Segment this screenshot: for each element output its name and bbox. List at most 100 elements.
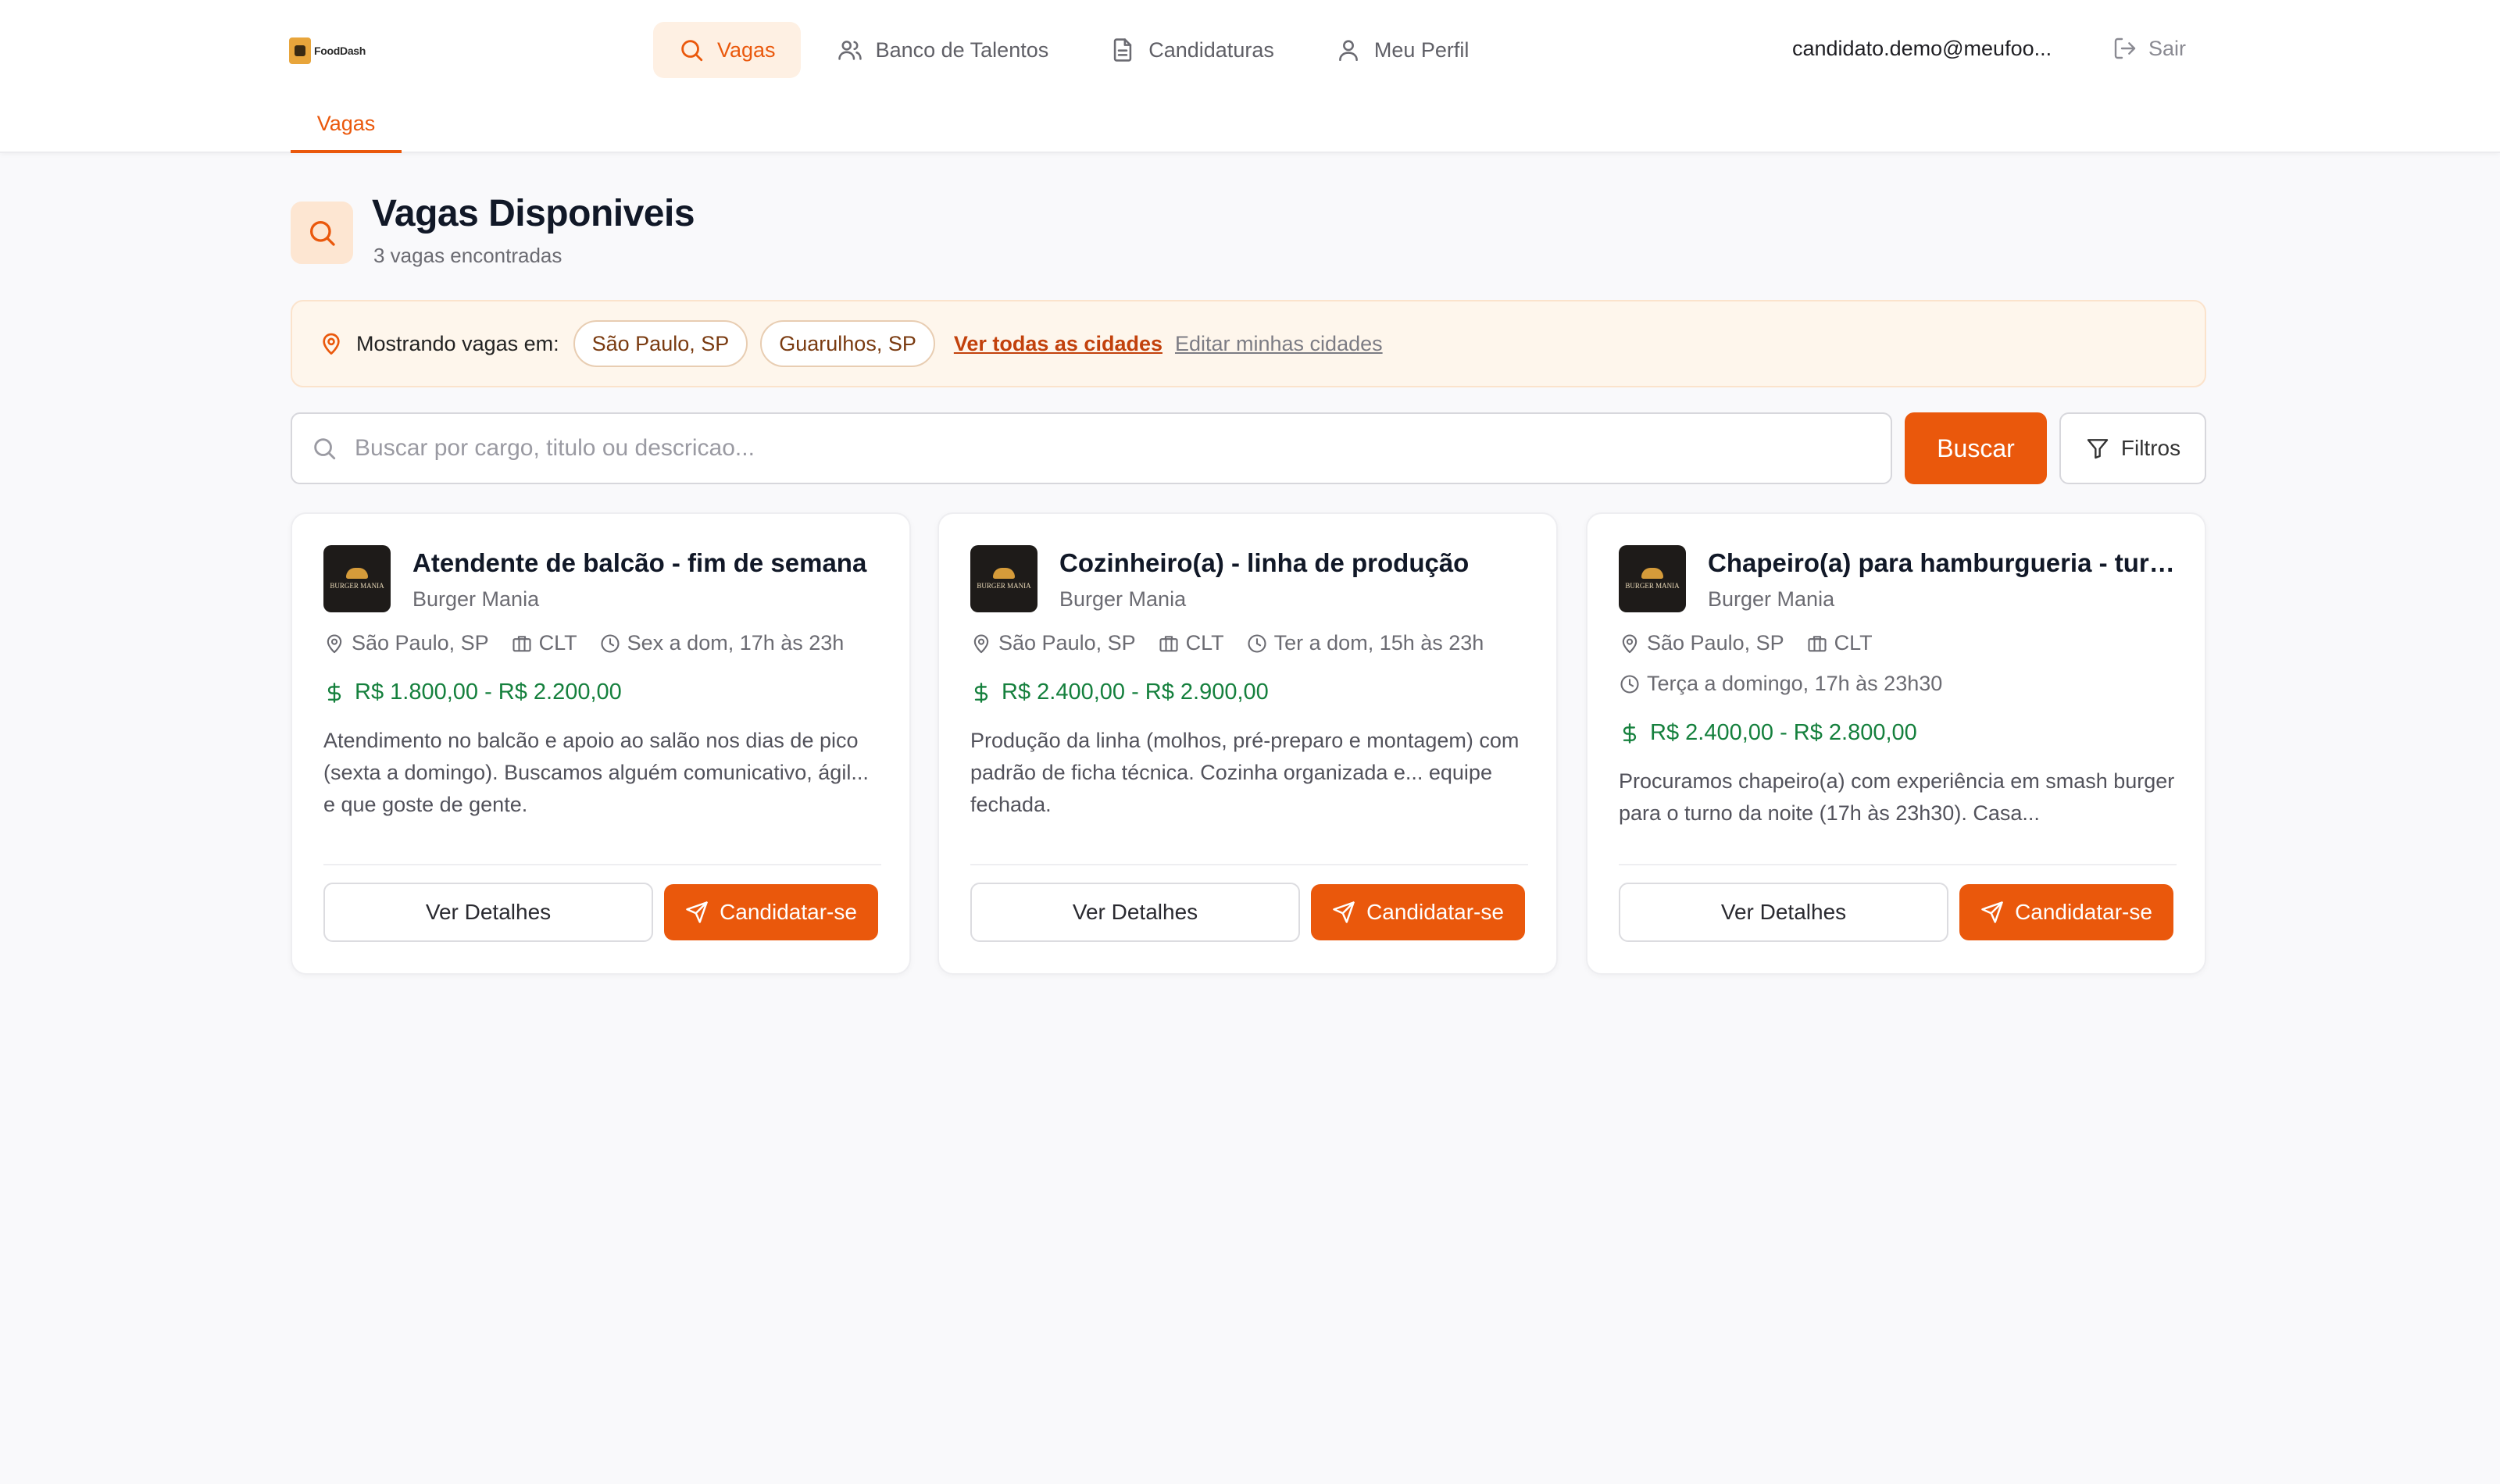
apply-button[interactable]: Candidatar-se — [1959, 884, 2173, 940]
apply-button[interactable]: Candidatar-se — [1311, 884, 1525, 940]
city-chip-guarulhos[interactable]: Guarulhos, SP — [760, 320, 935, 367]
company-logo-text: BURGER MANIA — [1625, 582, 1680, 590]
search-icon — [311, 435, 355, 462]
job-title[interactable]: Atendente de balcão - fim de semana — [412, 548, 889, 578]
clock-icon — [599, 633, 621, 655]
nav-item-label: Candidaturas — [1148, 37, 1274, 62]
logout-label: Sair — [2148, 36, 2187, 60]
logout-icon — [2112, 36, 2138, 61]
job-contract: CLT — [1158, 631, 1224, 655]
job-location: São Paulo, SP — [1619, 631, 1784, 655]
job-contract: CLT — [511, 631, 577, 655]
job-schedule-text: Terça a domingo, 17h às 23h30 — [1647, 672, 1943, 695]
send-icon — [1980, 901, 2004, 924]
map-pin-icon — [319, 331, 344, 356]
company-logo: BURGER MANIA — [970, 545, 1038, 612]
job-title[interactable]: Cozinheiro(a) - linha de produção — [1059, 548, 1536, 578]
filter-icon — [2085, 436, 2110, 461]
send-icon — [1332, 901, 1355, 924]
send-icon — [685, 901, 709, 924]
apply-button[interactable]: Candidatar-se — [664, 884, 878, 940]
view-details-button[interactable]: Ver Detalhes — [1619, 883, 1948, 942]
company-logo: BURGER MANIA — [323, 545, 391, 612]
edit-cities-link[interactable]: Editar minhas cidades — [1175, 332, 1383, 356]
user-icon — [1335, 37, 1362, 63]
job-schedule: Sex a dom, 17h às 23h — [599, 631, 845, 655]
job-description: Atendimento no balcão e apoio ao salão n… — [323, 729, 869, 816]
clock-icon — [1246, 633, 1268, 655]
view-details-button[interactable]: Ver Detalhes — [323, 883, 653, 942]
document-icon — [1109, 37, 1136, 63]
filters-label: Filtros — [2120, 436, 2181, 460]
card-divider — [970, 864, 1528, 865]
job-description: Procuramos chapeiro(a) com experiência e… — [1619, 769, 2175, 825]
job-location-text: São Paulo, SP — [998, 631, 1136, 655]
nav-item-label: Banco de Talentos — [875, 37, 1049, 62]
dollar-icon — [970, 682, 992, 704]
job-contract-text: CLT — [1185, 631, 1224, 655]
search-input[interactable] — [355, 417, 1891, 480]
job-meta: São Paulo, SP CLT — [1619, 631, 1895, 655]
nav-item-label: Meu Perfil — [1373, 37, 1470, 62]
job-meta-schedule: Terça a domingo, 17h às 23h30 — [1619, 672, 1964, 696]
map-pin-icon — [970, 633, 992, 655]
job-company: Burger Mania — [1708, 587, 1835, 611]
job-meta: São Paulo, SP CLT Ter a dom, 15h às 23h — [970, 631, 1505, 655]
card-divider — [323, 864, 881, 865]
company-logo-text: BURGER MANIA — [330, 582, 384, 590]
page-title: Vagas Disponiveis — [372, 193, 695, 234]
search-button[interactable]: Buscar — [1905, 412, 2047, 484]
apply-label: Candidatar-se — [1366, 900, 1504, 924]
city-chip-sao-paulo[interactable]: São Paulo, SP — [573, 320, 748, 367]
nav-item-candidaturas[interactable]: Candidaturas — [1084, 22, 1299, 78]
job-contract: CLT — [1806, 631, 1873, 655]
map-pin-icon — [323, 633, 345, 655]
search-field — [291, 412, 1892, 484]
page-search-icon — [291, 202, 353, 264]
job-salary: R$ 2.400,00 - R$ 2.900,00 — [970, 680, 1269, 705]
user-email: candidato.demo@meufoo... — [1792, 37, 2052, 60]
burger-icon — [346, 568, 368, 579]
top-navigation-bar: FoodDash Vagas Banco de Talentos Candida… — [0, 0, 2500, 153]
card-divider — [1619, 864, 2177, 865]
briefcase-icon — [1158, 633, 1180, 655]
dollar-icon — [1619, 722, 1641, 744]
logout-button[interactable]: Sair — [2112, 33, 2186, 64]
search-icon — [678, 37, 705, 63]
users-icon — [837, 37, 863, 63]
job-location-text: São Paulo, SP — [352, 631, 489, 655]
job-salary-text: R$ 1.800,00 - R$ 2.200,00 — [355, 680, 622, 705]
job-company: Burger Mania — [1059, 587, 1187, 611]
nav-item-vagas[interactable]: Vagas — [653, 22, 801, 78]
job-meta: São Paulo, SP CLT Sex a dom, 17h às 23h — [323, 631, 866, 655]
apply-label: Candidatar-se — [2015, 900, 2152, 924]
tab-vagas[interactable]: Vagas — [291, 97, 402, 153]
burger-icon — [1641, 568, 1663, 579]
main-nav: Vagas Banco de Talentos Candidaturas Meu… — [653, 22, 1494, 78]
results-count: 3 vagas encontradas — [373, 244, 562, 267]
app-logo[interactable]: FoodDash — [289, 37, 366, 64]
clock-icon — [1619, 673, 1641, 695]
job-salary-text: R$ 2.400,00 - R$ 2.800,00 — [1650, 720, 1917, 745]
job-salary: R$ 2.400,00 - R$ 2.800,00 — [1619, 720, 1917, 746]
city-filter-label: Mostrando vagas em: — [356, 331, 559, 355]
job-contract-text: CLT — [538, 631, 577, 655]
job-company: Burger Mania — [412, 587, 540, 611]
map-pin-icon — [1619, 633, 1641, 655]
dollar-icon — [323, 682, 345, 704]
nav-item-meu-perfil[interactable]: Meu Perfil — [1310, 22, 1495, 78]
filters-button[interactable]: Filtros — [2059, 412, 2206, 484]
nav-item-banco-de-talentos[interactable]: Banco de Talentos — [812, 22, 1074, 78]
job-contract-text: CLT — [1834, 631, 1873, 655]
job-schedule: Ter a dom, 15h às 23h — [1246, 631, 1484, 655]
job-schedule-text: Sex a dom, 17h às 23h — [627, 631, 845, 655]
burger-icon — [993, 568, 1015, 579]
job-salary: R$ 1.800,00 - R$ 2.200,00 — [323, 680, 622, 705]
job-title[interactable]: Chapeiro(a) para hamburgueria - turn... — [1708, 548, 2184, 578]
company-logo-text: BURGER MANIA — [977, 582, 1031, 590]
view-details-button[interactable]: Ver Detalhes — [970, 883, 1300, 942]
job-description: Produção da linha (molhos, pré-preparo e… — [970, 729, 1520, 816]
job-card: BURGER MANIA Chapeiro(a) para hamburguer… — [1586, 512, 2206, 975]
logo-text: FoodDash — [314, 45, 366, 57]
view-all-cities-link[interactable]: Ver todas as cidades — [954, 332, 1162, 356]
